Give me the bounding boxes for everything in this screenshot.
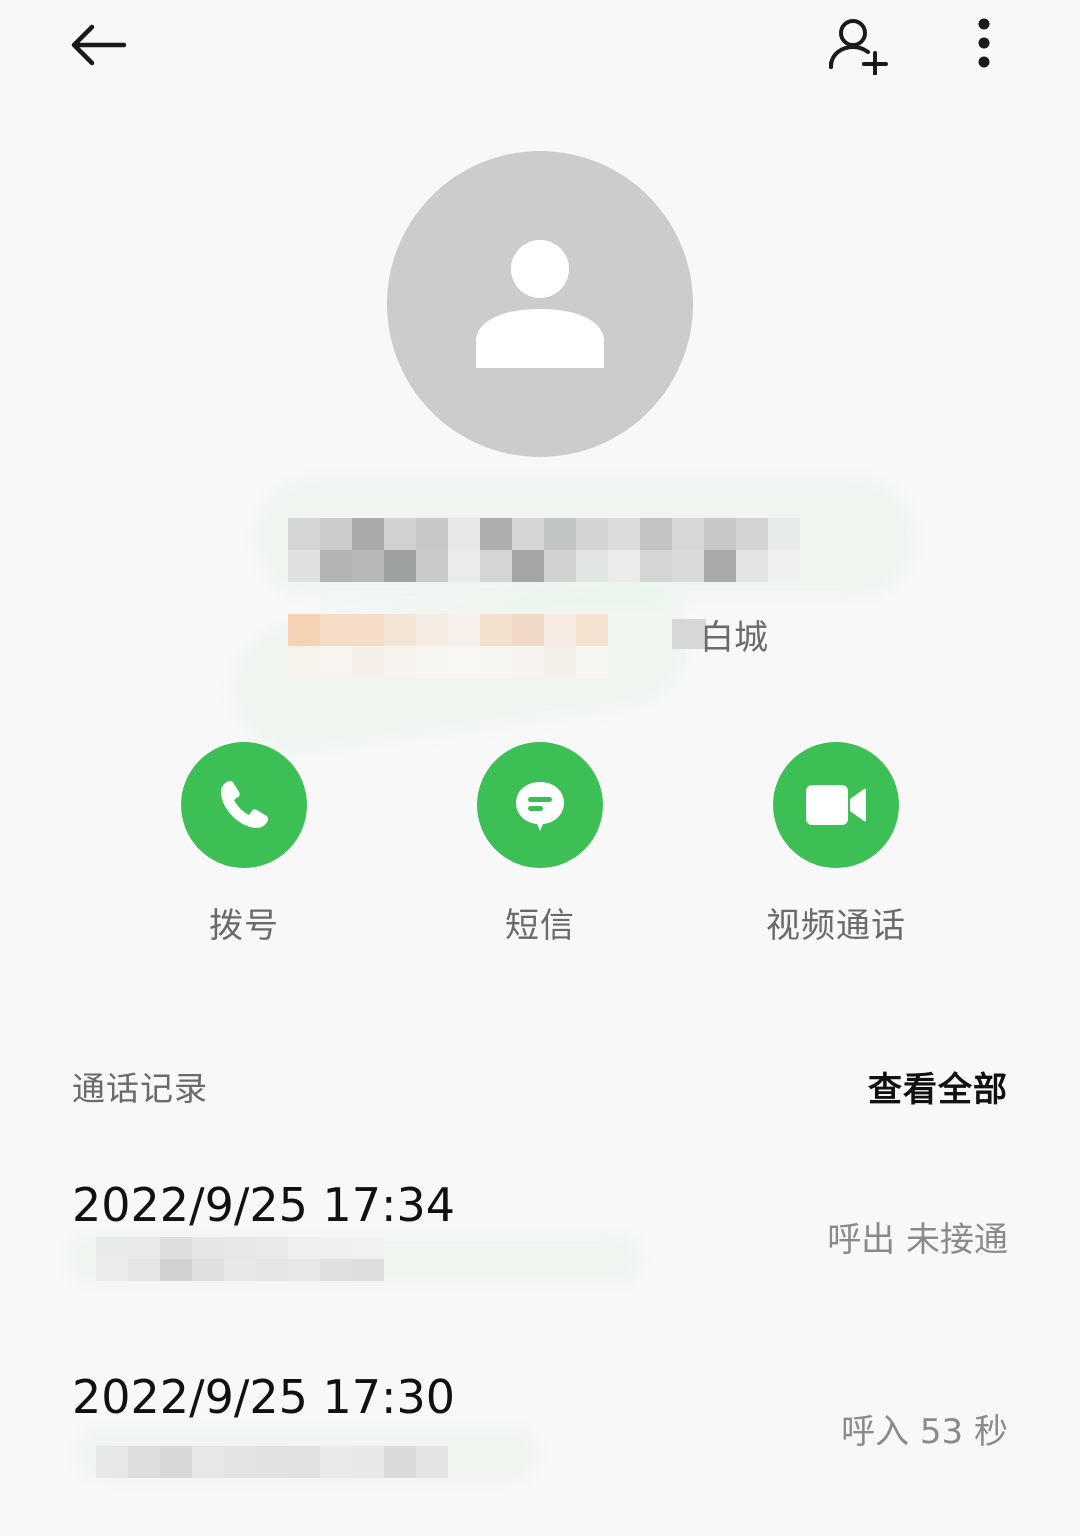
call-action[interactable]: 拨号 xyxy=(124,742,364,952)
call-button[interactable] xyxy=(181,742,307,868)
person-placeholder-icon xyxy=(476,240,604,368)
contact-avatar[interactable] xyxy=(387,151,693,457)
message-icon xyxy=(516,782,564,831)
redacted-phone-number xyxy=(288,614,608,678)
call-log-entry[interactable]: 2022/9/25 17:34 呼出 未接通 xyxy=(0,1150,1080,1300)
video-call-label: 视频通话 xyxy=(766,906,906,946)
message-action[interactable]: 短信 xyxy=(420,742,660,952)
message-button[interactable] xyxy=(477,742,603,868)
call-log-entry[interactable]: 2022/9/25 17:30 呼入 53 秒 xyxy=(0,1342,1080,1492)
call-log-time: 2022/9/25 17:34 xyxy=(72,1178,456,1232)
call-log-status: 呼出 未接通 xyxy=(827,1220,1008,1260)
more-options-button[interactable] xyxy=(944,0,1024,90)
more-vertical-icon xyxy=(978,18,990,68)
video-call-icon xyxy=(806,785,866,825)
arrow-left-icon xyxy=(71,24,127,66)
redacted-contact-name xyxy=(288,518,800,582)
location-text: 白城 xyxy=(700,617,768,658)
redacted-call-number xyxy=(96,1446,448,1478)
contact-location: 白城 xyxy=(672,606,768,662)
add-contact-button[interactable] xyxy=(814,0,904,90)
phone-icon xyxy=(221,781,268,828)
redacted-call-number xyxy=(96,1237,384,1281)
view-all-link[interactable]: 查看全部 xyxy=(868,1062,1008,1111)
video-call-button[interactable] xyxy=(773,742,899,868)
back-button[interactable] xyxy=(50,0,146,90)
call-log-status: 呼入 53 秒 xyxy=(841,1412,1008,1452)
video-call-action[interactable]: 视频通话 xyxy=(716,742,956,952)
message-label: 短信 xyxy=(505,906,575,946)
call-log-time: 2022/9/25 17:30 xyxy=(72,1370,456,1424)
call-label: 拨号 xyxy=(209,906,279,946)
person-add-icon xyxy=(829,19,888,75)
call-log-title: 通话记录 xyxy=(72,1069,208,1108)
